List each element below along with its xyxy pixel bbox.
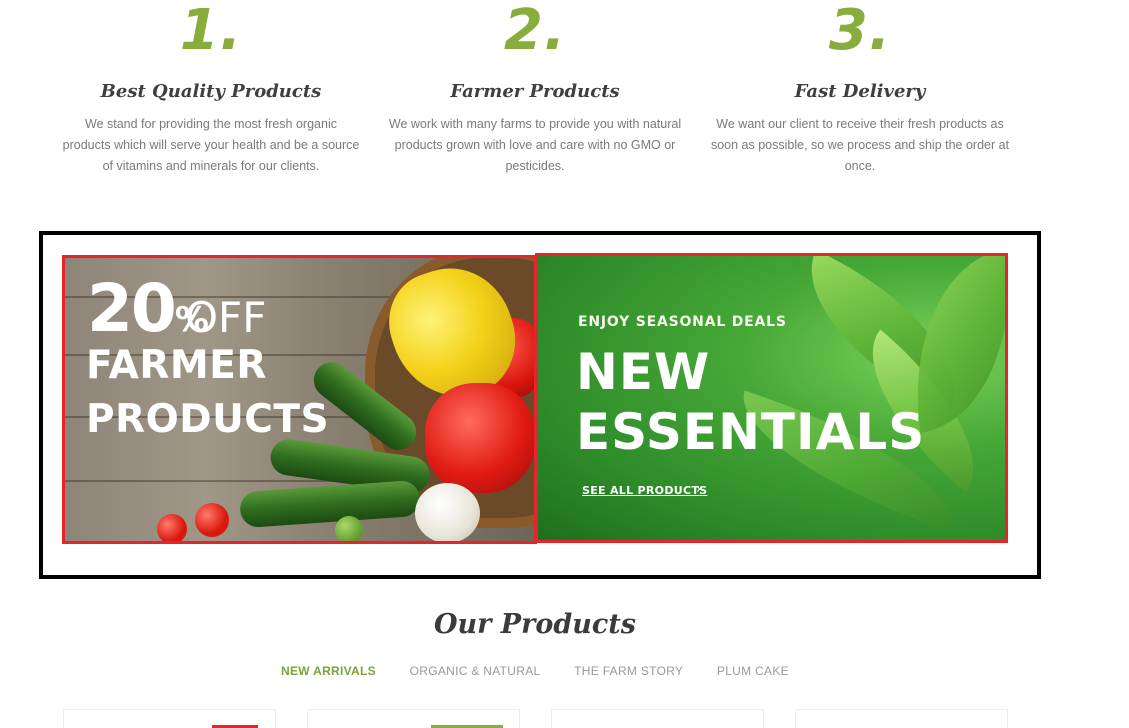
feature-text: We want our client to receive their fres…	[710, 117, 1010, 173]
deals-heading-line1: NEW	[576, 343, 711, 401]
tab-the-farm-story[interactable]: THE FARM STORY	[574, 664, 683, 678]
promo-banner-farmer-products[interactable]: 20% OFF FARMER PRODUCTS	[62, 255, 537, 544]
product-card[interactable]	[795, 709, 1008, 728]
feature-number: 2.	[503, 0, 567, 63]
tomato-image	[157, 514, 187, 541]
feature-title: Fast Delivery	[794, 81, 926, 102]
feature-fast-delivery: 3. Fast Delivery We want our client to r…	[710, 0, 1010, 177]
onion-image	[415, 483, 480, 541]
deals-heading-line2: ESSENTIALS	[576, 403, 926, 461]
see-all-products-link[interactable]: SEE ALL PRODUCTS	[582, 484, 707, 497]
chevron-right-icon: ›	[696, 482, 702, 497]
pea-image	[335, 516, 363, 541]
promo-heading-line2: PRODUCTS	[86, 397, 330, 442]
feature-best-quality: 1. Best Quality Products We stand for pr…	[61, 0, 361, 177]
product-card[interactable]	[63, 709, 276, 728]
product-card[interactable]	[307, 709, 520, 728]
feature-title: Farmer Products	[450, 81, 620, 102]
feature-text: We stand for providing the most fresh or…	[62, 117, 360, 173]
promo-percent-value: 20	[87, 270, 177, 347]
product-card[interactable]	[551, 709, 764, 728]
cucumber-image	[238, 479, 422, 529]
feature-number: 1.	[179, 0, 243, 63]
feature-title: Best Quality Products	[100, 81, 322, 102]
feature-farmer-products: 2. Farmer Products We work with many far…	[385, 0, 685, 177]
tab-organic-natural[interactable]: ORGANIC & NATURAL	[410, 664, 541, 678]
feature-number: 3.	[828, 0, 892, 63]
products-section-title: Our Products	[434, 609, 636, 640]
tab-plum-cake[interactable]: PLUM CAKE	[717, 664, 789, 678]
tab-new-arrivals[interactable]: NEW ARRIVALS	[281, 664, 376, 678]
product-tabs: NEW ARRIVALS ORGANIC & NATURAL THE FARM …	[0, 664, 1070, 678]
promo-off-label: OFF	[185, 293, 267, 342]
promo-heading-line1: FARMER	[86, 343, 267, 388]
tomato-image	[195, 503, 229, 537]
deals-kicker: ENJOY SEASONAL DEALS	[578, 314, 787, 330]
feature-text: We work with many farms to provide you w…	[388, 117, 682, 173]
red-pepper-image	[425, 383, 534, 493]
seasonal-deals-banner[interactable]: ENJOY SEASONAL DEALS NEW ESSENTIALS SEE …	[535, 253, 1008, 543]
